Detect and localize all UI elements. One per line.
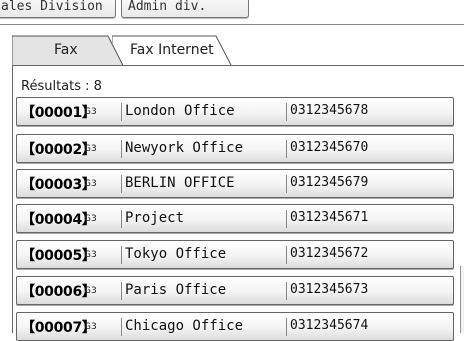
- column-separator: [121, 140, 122, 158]
- fax-number: 0312345674: [290, 318, 369, 333]
- results-count: Résultats : 8: [21, 79, 102, 94]
- destination-row[interactable]: 【00006】 G3 Paris Office 0312345673: [16, 276, 454, 305]
- g3-fax-type-icon: G3: [84, 322, 97, 332]
- column-separator: [286, 103, 287, 121]
- g3-fax-type-icon: G3: [84, 107, 97, 117]
- column-separator: [121, 175, 122, 193]
- column-separator: [121, 246, 122, 264]
- destination-row[interactable]: 【00001】 G3 London Office 0312345678: [16, 97, 454, 126]
- destination-name: Chicago Office: [125, 318, 244, 334]
- scrollbar-edge[interactable]: [460, 266, 464, 333]
- g3-fax-type-icon: G3: [84, 286, 97, 296]
- fax-number: 0312345679: [290, 175, 369, 190]
- tab-fax-internet-label: Fax Internet: [130, 42, 214, 58]
- destination-row[interactable]: 【00003】 G3 BERLIN OFFICE 0312345679: [16, 169, 454, 198]
- column-separator: [286, 318, 287, 336]
- destination-row[interactable]: 【00007】 G3 Chicago Office 0312345674: [16, 312, 454, 341]
- destination-name: Tokyo Office: [125, 246, 227, 262]
- destination-name: London Office: [125, 103, 235, 119]
- tab-fax[interactable]: Fax: [12, 35, 124, 66]
- destination-row[interactable]: 【00004】 G3 Project 0312345671: [16, 204, 454, 233]
- tab-fax-internet[interactable]: Fax Internet: [112, 35, 232, 66]
- column-separator: [286, 246, 287, 264]
- destination-name: BERLIN OFFICE: [125, 175, 235, 191]
- g3-fax-type-icon: G3: [84, 214, 97, 224]
- group-button-admin-div[interactable]: Admin div.: [121, 0, 249, 18]
- destination-name: Newyork Office: [125, 140, 244, 156]
- column-separator: [286, 282, 287, 300]
- tab-fax-label: Fax: [54, 42, 78, 58]
- destination-name: Paris Office: [125, 282, 227, 298]
- column-separator: [121, 103, 122, 121]
- fax-number: 0312345670: [290, 140, 369, 155]
- destination-name: Project: [125, 210, 185, 226]
- column-separator: [121, 210, 122, 228]
- fax-number: 0312345671: [290, 210, 369, 225]
- top-divider: [0, 24, 464, 25]
- destination-row[interactable]: 【00005】 G3 Tokyo Office 0312345672: [16, 240, 454, 269]
- g3-fax-type-icon: G3: [84, 250, 97, 260]
- column-separator: [286, 175, 287, 193]
- column-separator: [121, 282, 122, 300]
- g3-fax-type-icon: G3: [84, 179, 97, 189]
- group-button-sales-division[interactable]: ales Division: [0, 0, 116, 18]
- top-button-strip: ales Division Admin div.: [0, 0, 464, 22]
- column-separator: [286, 140, 287, 158]
- column-separator: [121, 318, 122, 336]
- destination-row[interactable]: 【00002】 G3 Newyork Office 0312345670: [16, 134, 454, 163]
- fax-number: 0312345673: [290, 282, 369, 297]
- column-separator: [286, 210, 287, 228]
- g3-fax-type-icon: G3: [84, 144, 97, 154]
- fax-number: 0312345678: [290, 103, 369, 118]
- fax-number: 0312345672: [290, 246, 369, 261]
